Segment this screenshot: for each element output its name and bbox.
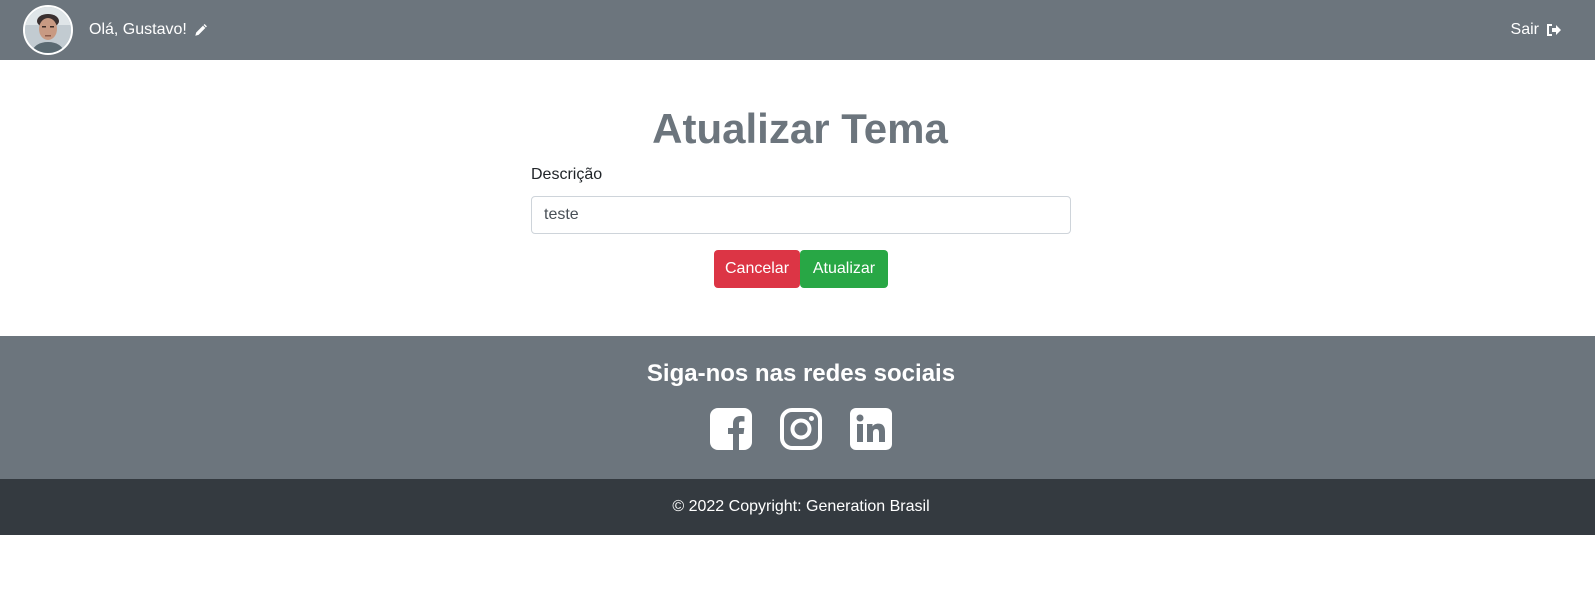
description-label: Descrição bbox=[531, 166, 603, 183]
page-title: Atualizar Tema bbox=[652, 105, 948, 152]
social-title: Siga-nos nas redes sociais bbox=[646, 360, 956, 387]
copyright-text: © 2022 Copyright: Generation Brasil bbox=[672, 498, 930, 515]
sign-out-icon bbox=[1546, 23, 1562, 37]
logout-label: Sair bbox=[1510, 21, 1539, 38]
footer-copyright: © 2022 Copyright: Generation Brasil bbox=[0, 479, 1595, 535]
footer-social: Siga-nos nas redes sociais bbox=[0, 336, 1595, 479]
navbar-left: Olá, Gustavo! bbox=[0, 0, 208, 60]
avatar-photo-icon bbox=[25, 7, 71, 53]
linkedin-icon[interactable] bbox=[850, 408, 892, 450]
update-button[interactable]: Atualizar bbox=[800, 250, 888, 288]
description-input[interactable] bbox=[531, 196, 1071, 234]
facebook-icon[interactable] bbox=[710, 408, 752, 450]
cancel-button[interactable]: Cancelar bbox=[714, 250, 800, 288]
main-content: Atualizar Tema Descrição Cancelar Atuali… bbox=[0, 60, 1595, 336]
logout-link[interactable]: Sair bbox=[1511, 21, 1595, 39]
navbar: Olá, Gustavo! Sair bbox=[0, 0, 1595, 60]
edit-profile-link[interactable]: Olá, Gustavo! bbox=[89, 21, 208, 39]
greeting-text: Olá, Gustavo! bbox=[89, 21, 187, 38]
user-avatar[interactable] bbox=[23, 5, 73, 55]
instagram-icon[interactable] bbox=[780, 408, 822, 450]
pencil-icon bbox=[194, 23, 208, 37]
social-icons bbox=[0, 408, 1595, 450]
